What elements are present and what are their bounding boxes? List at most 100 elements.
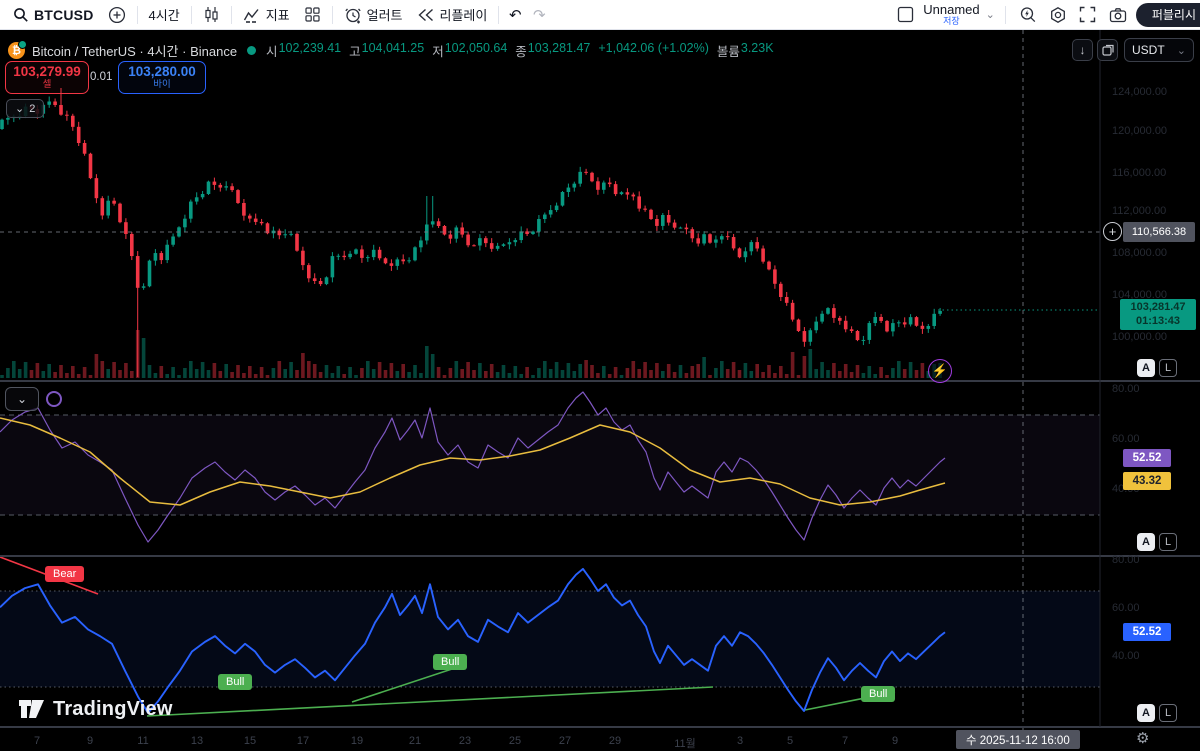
redo-button[interactable]: ↷ — [527, 3, 551, 27]
fullscreen-button[interactable] — [1076, 3, 1100, 27]
currency-dropdown[interactable]: USDT ⌄ — [1124, 38, 1194, 62]
osc-value-badge: 52.52 — [1123, 623, 1171, 641]
toolbar-separator — [332, 6, 333, 24]
buy-price: 103,280.00 — [128, 65, 196, 79]
auto-scale-button[interactable]: A — [1137, 704, 1155, 722]
rsi-axis-label[interactable]: 60.00 — [1112, 433, 1140, 445]
low-label: 저 — [432, 41, 444, 60]
log-scale-button[interactable]: L — [1159, 704, 1177, 722]
time-axis-label[interactable]: 5 — [787, 735, 793, 747]
layout-chevron-down-icon[interactable]: ⌄ — [986, 8, 995, 21]
market-status-dot — [247, 46, 256, 55]
time-axis-label[interactable]: 23 — [459, 735, 471, 747]
change-value: +1,042.06 (+1.02%) — [598, 41, 709, 60]
crosshair-price-badge: 110,566.38 — [1123, 222, 1195, 242]
undo-button[interactable]: ↶ — [503, 3, 527, 27]
time-axis-label[interactable]: 3 — [737, 735, 743, 747]
time-axis-label[interactable]: 17 — [297, 735, 309, 747]
chart-style-button[interactable] — [196, 3, 227, 26]
osc-axis-label[interactable]: 80.00 — [1112, 554, 1140, 566]
time-axis-label[interactable]: 19 — [351, 735, 363, 747]
alert-button[interactable]: 얼러트 — [337, 2, 410, 27]
buy-button[interactable]: 103,280.00 바이 — [118, 61, 206, 94]
chart-canvas[interactable] — [0, 0, 1200, 751]
price-axis-label[interactable]: 124,000.00 — [1112, 86, 1167, 98]
toolbar-separator — [137, 6, 138, 24]
add-alert-plus-button[interactable]: + — [1103, 222, 1122, 241]
price-axis-label[interactable]: 120,000.00 — [1112, 125, 1167, 137]
gear-icon — [1049, 6, 1067, 24]
time-axis-label[interactable]: 9 — [87, 735, 93, 747]
instant-trading-icon[interactable]: ⚡ — [928, 359, 952, 383]
rsi-axis-label[interactable]: 80.00 — [1112, 383, 1140, 395]
price-axis-label[interactable]: 100,000.00 — [1112, 331, 1167, 343]
alert-label: 얼러트 — [367, 5, 403, 24]
time-axis-label[interactable]: 11월 — [674, 735, 696, 751]
tradingview-app: BTCUSD 4시간 — [0, 0, 1200, 751]
time-axis-label[interactable]: 13 — [191, 735, 203, 747]
symbol-name: BTCUSD — [34, 7, 94, 23]
low-value: 102,050.64 — [445, 41, 508, 60]
rsi-value-badge: 43.32 — [1123, 472, 1171, 490]
time-axis-label[interactable]: 25 — [509, 735, 521, 747]
restore-pane-button[interactable] — [1097, 39, 1118, 61]
alarm-clock-plus-icon — [344, 6, 362, 24]
symbol-title[interactable]: Bitcoin / TetherUS · 4시간 · Binance — [32, 41, 237, 60]
price-axis-label[interactable]: 116,000.00 — [1112, 167, 1166, 179]
indicator-templates-button[interactable] — [297, 3, 328, 26]
last-price-value: 103,281.47 — [1130, 301, 1185, 314]
time-axis-label[interactable]: 29 — [609, 735, 621, 747]
high-value: 104,041.25 — [362, 41, 425, 60]
publish-button[interactable]: 퍼블리시 — [1136, 3, 1200, 27]
log-scale-button[interactable]: L — [1159, 533, 1177, 551]
high-label: 고 — [349, 41, 361, 60]
time-axis-settings-gear-icon[interactable]: ⚙ — [1136, 729, 1149, 747]
layout-select-button[interactable] — [893, 3, 917, 27]
go-to-realtime-button[interactable]: ↓ — [1072, 39, 1093, 61]
indicators-label: 지표 — [266, 5, 290, 24]
layout-name-button[interactable]: Unnamed 저장 — [923, 3, 979, 26]
interval-button[interactable]: 4시간 — [142, 2, 187, 27]
time-axis-label[interactable]: 7 — [34, 735, 40, 747]
toolbar-separator — [231, 6, 232, 24]
indicators-icon — [243, 7, 261, 23]
tradingview-logo-text: TradingView — [53, 698, 173, 721]
quick-search-button[interactable] — [1016, 3, 1040, 27]
rsi-sync-icon[interactable] — [46, 391, 62, 407]
sell-label: 셀 — [43, 80, 52, 90]
time-axis-label[interactable]: 27 — [559, 735, 571, 747]
symbol-search-button[interactable]: BTCUSD — [6, 4, 101, 26]
auto-scale-button[interactable]: A — [1137, 359, 1155, 377]
osc-axis-label[interactable]: 60.00 — [1112, 602, 1140, 614]
rsi-pane-collapse-button[interactable]: ⌄ — [5, 387, 39, 411]
tradingview-logo[interactable]: TradingView — [18, 697, 173, 721]
adjust-lock-buttons: AL — [1137, 359, 1177, 377]
adjust-lock-buttons: AL — [1137, 704, 1177, 722]
price-axis-label[interactable]: 108,000.00 — [1112, 247, 1167, 259]
time-axis-label[interactable]: 7 — [842, 735, 848, 747]
last-price-badge: 103,281.47 01:13:43 — [1120, 299, 1196, 330]
bull-signal-badge: Bull — [433, 654, 467, 670]
candlestick-icon — [203, 6, 220, 23]
buy-label: 바이 — [153, 80, 170, 90]
object-tree-collapse-button[interactable]: ⌄ 2 — [6, 99, 44, 118]
time-axis-label[interactable]: 9 — [892, 735, 898, 747]
open-label: 시 — [266, 41, 278, 60]
price-axis-label[interactable]: 112,000.00 — [1112, 205, 1166, 217]
camera-icon — [1109, 7, 1127, 23]
compare-add-button[interactable] — [101, 3, 133, 27]
time-axis-label[interactable]: 21 — [409, 735, 421, 747]
sell-button[interactable]: 103,279.99 셀 — [5, 61, 89, 94]
indicators-button[interactable]: 지표 — [236, 2, 297, 27]
chevron-down-icon: ⌄ — [1177, 44, 1186, 57]
time-axis-label[interactable]: 11 — [137, 735, 148, 747]
replay-button[interactable]: 리플레이 — [410, 2, 495, 27]
settings-button[interactable] — [1046, 3, 1070, 27]
auto-scale-button[interactable]: A — [1137, 533, 1155, 551]
snapshot-button[interactable] — [1106, 3, 1130, 27]
bar-countdown: 01:13:43 — [1136, 315, 1180, 328]
bull-signal-badge: Bull — [218, 674, 252, 690]
time-axis-label[interactable]: 15 — [244, 735, 256, 747]
log-scale-button[interactable]: L — [1159, 359, 1177, 377]
osc-axis-label[interactable]: 40.00 — [1112, 650, 1140, 662]
